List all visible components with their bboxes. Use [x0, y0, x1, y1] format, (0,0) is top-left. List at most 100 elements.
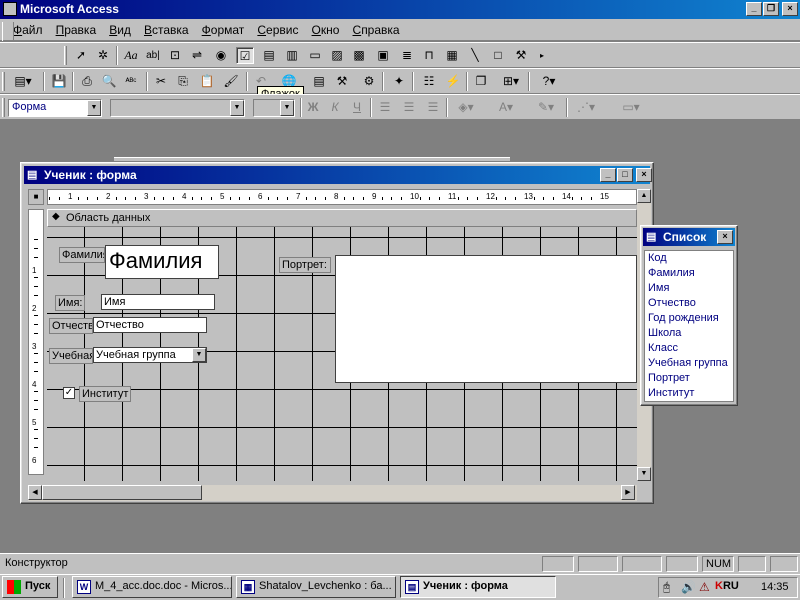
restore-button[interactable]: ❐ [763, 2, 779, 16]
option-button-icon[interactable]: ◉ [212, 47, 230, 64]
menu-view[interactable]: Вид [104, 21, 136, 39]
autoformat-icon[interactable]: ⚙ [360, 73, 378, 90]
form-minimize-button[interactable]: _ [600, 168, 616, 182]
app-title-bar[interactable]: Microsoft Access _ ❐ × [0, 0, 800, 19]
familia-textbox[interactable]: Фамилия [105, 245, 219, 279]
field-list-icon[interactable]: ▤ [310, 73, 328, 90]
special-effect-icon[interactable]: ▭▾ [614, 99, 648, 116]
form-maximize-button[interactable]: □ [617, 168, 633, 182]
field-list-item[interactable]: Код [645, 251, 733, 266]
command-button-icon[interactable]: ▭ [306, 47, 324, 64]
otchestvo-label[interactable]: Отчество [49, 318, 93, 334]
field-list-item[interactable]: Школа [645, 326, 733, 341]
list-box-icon[interactable]: ▥ [283, 47, 301, 64]
checkbox-icon[interactable]: ☑ [236, 47, 254, 64]
task-word[interactable]: W M_4_acc.doc.doc - Micros... [72, 576, 232, 598]
properties-icon[interactable]: ☷ [420, 73, 438, 90]
option-group-icon[interactable]: ⊡ [166, 47, 184, 64]
code-icon[interactable]: ✦ [390, 73, 408, 90]
chevron-down-icon[interactable]: ▼ [192, 348, 206, 362]
field-list-close-button[interactable]: × [717, 230, 733, 244]
line-color-icon[interactable]: ✎▾ [532, 99, 560, 116]
network-icon[interactable]: ⚠ [699, 580, 710, 594]
menu-help[interactable]: Справка [348, 21, 405, 39]
form-close-button[interactable]: × [636, 168, 652, 182]
task-form[interactable]: ▤ Ученик : форма [400, 576, 556, 598]
chevron-down-icon[interactable]: ▼ [230, 100, 244, 116]
detail-section[interactable]: Фамилия Фамилия Имя: Имя Отчество Отчест… [47, 227, 637, 481]
bold-button[interactable]: Ж [304, 99, 322, 116]
mouse-icon[interactable]: 🖰 [663, 580, 670, 595]
field-list-item[interactable]: Отчество [645, 296, 733, 311]
group-label[interactable]: Учебная [49, 348, 93, 364]
toolbox-overflow-icon[interactable]: ▸ [533, 47, 551, 64]
format-painter-icon[interactable]: 🖌 [222, 73, 240, 90]
minimize-button[interactable]: _ [746, 2, 762, 16]
page-break-icon[interactable]: ≣ [398, 47, 416, 64]
toolbox-toggle-icon[interactable]: ⚒ [333, 73, 351, 90]
field-list-item[interactable]: Фамилия [645, 266, 733, 281]
language-indicator[interactable]: KRU [715, 580, 739, 592]
field-list-item[interactable]: Портрет [645, 371, 733, 386]
scroll-up-button[interactable]: ▲ [637, 189, 651, 203]
scroll-left-button[interactable]: ◀ [28, 485, 42, 500]
portret-label[interactable]: Портрет: [279, 257, 331, 273]
line-icon[interactable]: ╲ [466, 47, 484, 64]
view-icon[interactable]: ▤▾ [8, 73, 38, 90]
field-list-item[interactable]: Класс [645, 341, 733, 356]
rectangle-icon[interactable]: □ [489, 47, 507, 64]
section-header-detail[interactable]: ◆ Область данных [47, 209, 637, 227]
image-icon[interactable]: ▨ [328, 47, 346, 64]
font-size-select[interactable]: ▼ [253, 99, 295, 117]
scroll-right-button[interactable]: ▶ [621, 485, 635, 500]
database-window-icon[interactable]: ❐ [472, 73, 490, 90]
underline-button[interactable]: Ч [348, 99, 366, 116]
group-combobox[interactable]: Учебная группа ▼ [93, 347, 207, 363]
institut-label[interactable]: Институт [79, 386, 131, 402]
font-select[interactable]: ▼ [110, 99, 245, 117]
field-list-item[interactable]: Год рождения [645, 311, 733, 326]
build-icon[interactable]: ⚡ [444, 73, 462, 90]
form-selector-corner[interactable]: ■ [28, 189, 44, 205]
sound-icon[interactable]: 🔊 [681, 580, 696, 594]
more-controls-icon[interactable]: ⚒ [512, 47, 530, 64]
italic-button[interactable]: К [326, 99, 344, 116]
new-object-icon[interactable]: ⊞▾ [497, 73, 525, 90]
subform-icon[interactable]: ▦ [443, 47, 461, 64]
textbox-icon[interactable]: ab| [144, 47, 162, 64]
help-icon[interactable]: ?▾ [535, 73, 563, 90]
menu-window[interactable]: Окно [307, 21, 345, 39]
fill-color-icon[interactable]: ◈▾ [452, 99, 480, 116]
object-select[interactable]: Форма ▼ [8, 99, 102, 117]
field-list-item[interactable]: Институт [645, 386, 733, 401]
align-center-icon[interactable]: ☰ [400, 99, 418, 116]
chevron-down-icon[interactable]: ▼ [280, 100, 294, 116]
field-list-item[interactable]: Имя [645, 281, 733, 296]
close-button[interactable]: × [782, 2, 798, 16]
align-left-icon[interactable]: ☰ [376, 99, 394, 116]
print-icon[interactable]: ⎙ [78, 73, 96, 90]
paste-icon[interactable]: 📋 [198, 73, 216, 90]
toggle-icon[interactable]: ⇌ [188, 47, 206, 64]
line-width-icon[interactable]: ⋰▾ [572, 99, 600, 116]
save-icon[interactable]: 💾 [50, 73, 68, 90]
cut-icon[interactable]: ✂ [152, 73, 170, 90]
label-icon[interactable]: Aa [122, 47, 140, 64]
menu-format[interactable]: Формат [197, 21, 250, 39]
copy-icon[interactable]: ⎘ [174, 73, 192, 90]
institut-checkbox[interactable]: ✓ [63, 387, 75, 399]
menu-insert[interactable]: Вставка [139, 21, 194, 39]
field-list-title-bar[interactable]: ▤ Список × [643, 228, 735, 246]
vertical-ruler[interactable]: 1 2 3 4 5 6 [28, 209, 44, 475]
unbound-frame-icon[interactable]: ▩ [350, 47, 368, 64]
bound-frame-icon[interactable]: ▣ [374, 47, 392, 64]
familia-label[interactable]: Фамилия [59, 247, 105, 263]
combo-box-icon[interactable]: ▤ [260, 47, 278, 64]
tab-control-icon[interactable]: ⊓ [420, 47, 438, 64]
imya-textbox[interactable]: Имя [101, 294, 215, 310]
scroll-down-button[interactable]: ▼ [637, 467, 651, 481]
imya-label[interactable]: Имя: [55, 295, 85, 311]
otchestvo-textbox[interactable]: Отчество [93, 317, 207, 333]
align-right-icon[interactable]: ☰ [424, 99, 442, 116]
scroll-thumb[interactable] [42, 485, 202, 500]
